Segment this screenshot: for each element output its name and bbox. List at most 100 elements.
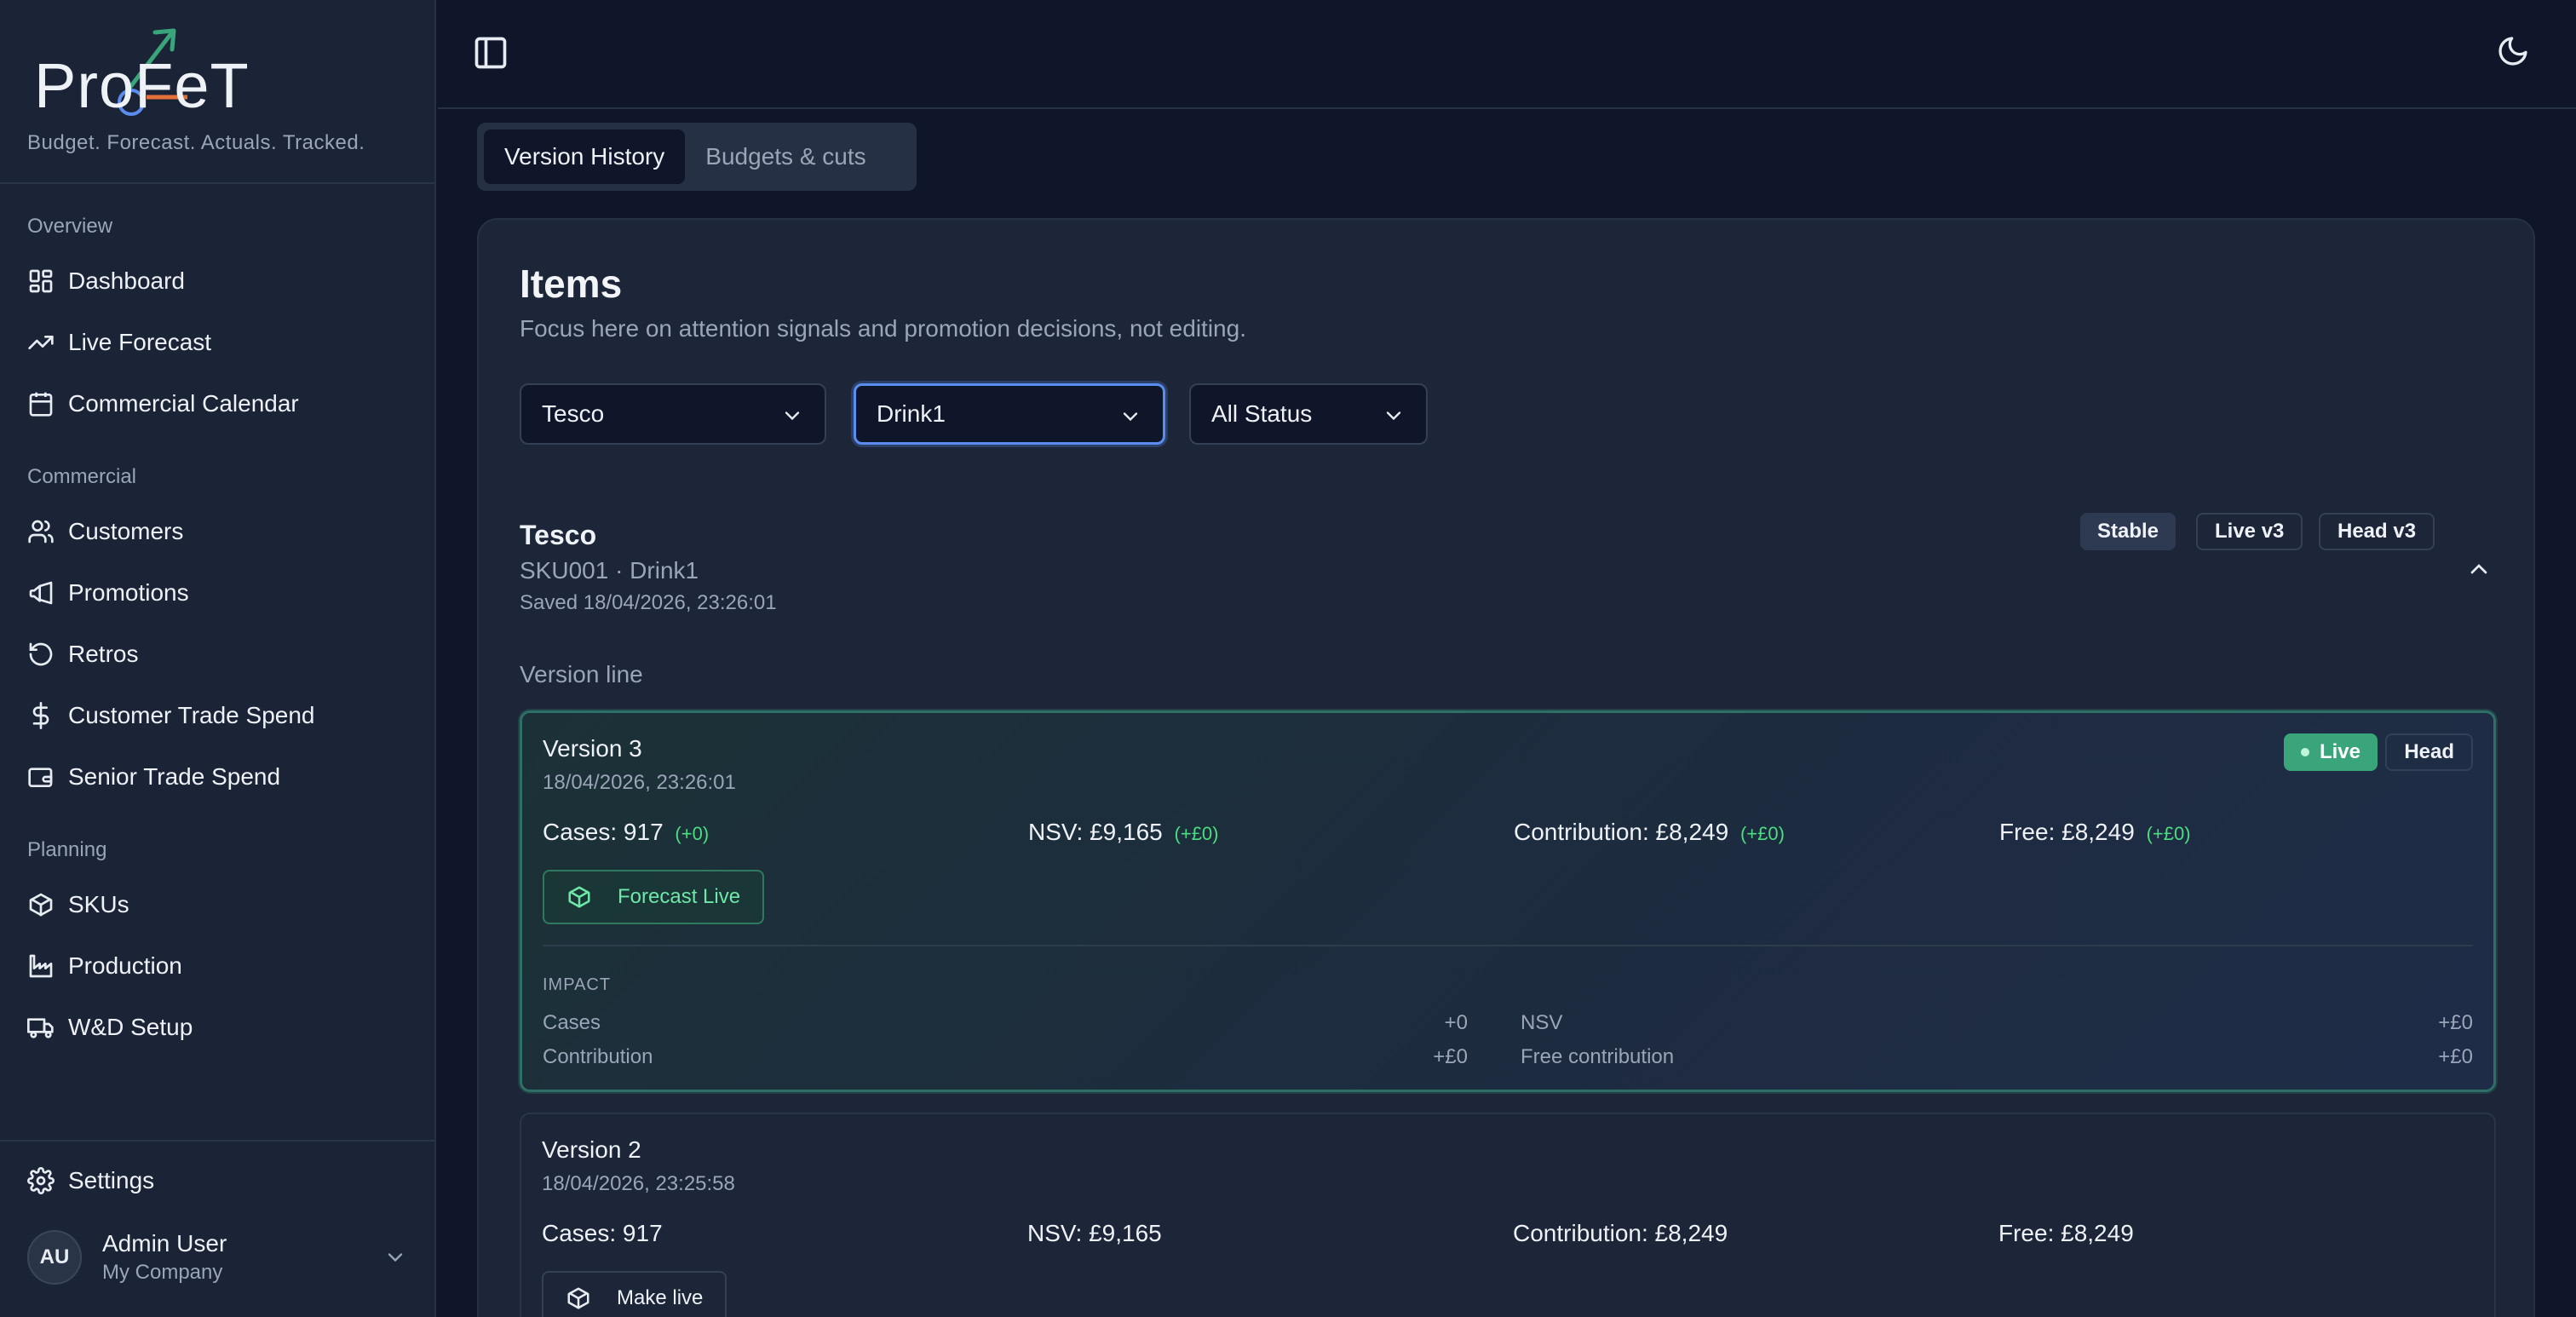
contribution-stat: Contribution: £8,249 (+£0): [1514, 819, 1785, 846]
head-version-badge: Head v3: [2319, 513, 2435, 550]
moon-icon[interactable]: [2496, 34, 2530, 68]
free-stat: Free: £8,249 (+£0): [1999, 819, 2191, 846]
version-card-live: Version 3 18/04/2026, 23:26:01 Live Head…: [520, 710, 2496, 1092]
sidebar-item-label: W&D Setup: [68, 1014, 193, 1040]
version-title: Version 3: [543, 735, 642, 762]
chevron-up-icon[interactable]: [2465, 555, 2493, 583]
chevron-down-icon: [785, 411, 800, 421]
sidebar-item-label: Customer Trade Spend: [68, 702, 315, 728]
cases-value: Cases: 917: [543, 819, 664, 845]
sidebar-item-dashboard[interactable]: Dashboard: [27, 250, 407, 312]
tab-version-history[interactable]: Version History: [484, 129, 686, 184]
user-info: Admin User My Company: [102, 1230, 227, 1285]
impact-nsv-value: +£0: [2438, 1011, 2473, 1034]
tagline: Budget. Forecast. Actuals. Tracked.: [27, 131, 365, 154]
sidebar-item-customer-trade-spend[interactable]: Customer Trade Spend: [27, 685, 407, 746]
trending-up-icon: [28, 336, 54, 349]
stable-badge: Stable: [2080, 513, 2176, 550]
sidebar-item-label: Commercial Calendar: [68, 390, 299, 417]
group-sku-line: SKU001 · Drink1: [520, 557, 699, 584]
sidebar-item-customers[interactable]: Customers: [27, 501, 407, 562]
sidebar-item-label: Customers: [68, 518, 184, 544]
sidebar-item-skus[interactable]: SKUs: [27, 874, 407, 935]
impact-contribution-value: +£0: [1433, 1045, 1468, 1068]
top-bar: [438, 0, 2576, 109]
sidebar-item-label: Senior Trade Spend: [68, 763, 281, 790]
sidebar-item-label: Promotions: [68, 579, 189, 606]
chevron-down-icon: [1123, 412, 1138, 422]
live-badge-label: Live: [2319, 740, 2360, 763]
sidebar-item-retros[interactable]: Retros: [27, 624, 407, 685]
forecast-live-label: Forecast Live: [618, 885, 741, 908]
free-delta: (+£0): [2146, 823, 2191, 844]
contribution-delta: (+£0): [1739, 823, 1785, 844]
version-line-label: Version line: [520, 661, 643, 687]
sidebar-item-senior-trade-spend[interactable]: Senior Trade Spend: [27, 746, 407, 808]
sidebar-item-live-forecast[interactable]: Live Forecast: [27, 312, 407, 373]
head-badge: Head: [2385, 733, 2473, 771]
chevron-down-icon[interactable]: [383, 1245, 407, 1269]
impact-free-value: +£0: [2438, 1045, 2473, 1068]
nav-section-overview: Overview Dashboard Live Forecast Commerc…: [0, 215, 434, 434]
sidebar: ProFeT Budget. Forecast. Actuals. Tracke…: [0, 0, 436, 1317]
gear-icon: [27, 1167, 55, 1194]
impact-cases-label: Cases: [543, 1011, 601, 1034]
page-subtitle: Focus here on attention signals and prom…: [520, 315, 1246, 342]
nsv-value: NSV: £9,165: [1028, 819, 1163, 845]
dollar-icon: [32, 702, 49, 729]
page-title: Items: [520, 262, 623, 306]
sidebar-item-commercial-calendar[interactable]: Commercial Calendar: [27, 373, 407, 434]
cases-delta: (+0): [675, 823, 710, 844]
contribution-value: Contribution: £8,249: [1514, 819, 1729, 845]
forecast-live-button[interactable]: Forecast Live: [543, 870, 765, 924]
impact-free-label: Free contribution: [1521, 1045, 1675, 1068]
sidebar-item-label: Production: [68, 952, 182, 979]
status-select-value: All Status: [1211, 400, 1313, 427]
factory-icon: [29, 954, 53, 978]
make-live-button[interactable]: Make live: [542, 1271, 727, 1317]
logo[interactable]: ProFeT: [27, 24, 249, 121]
brand-area: ProFeT Budget. Forecast. Actuals. Tracke…: [0, 0, 434, 184]
cases-stat: Cases: 917 (+0): [543, 819, 709, 846]
nav-section-commercial: Commercial Customers Promotions Retros C…: [0, 465, 434, 808]
sidebar-item-label: Live Forecast: [68, 329, 212, 355]
sidebar-item-promotions[interactable]: Promotions: [27, 562, 407, 624]
sidebar-item-label: Retros: [68, 641, 139, 667]
sidebar-item-label: SKUs: [68, 891, 129, 917]
make-live-label: Make live: [617, 1286, 704, 1309]
sidebar-item-production[interactable]: Production: [27, 935, 407, 997]
nsv-stat: NSV: £9,165 (+£0): [1028, 819, 1219, 846]
free-value: Free: £8,249: [1998, 1220, 2134, 1246]
section-label-planning: Planning: [27, 838, 107, 861]
free-value: Free: £8,249: [1999, 819, 2135, 845]
user-menu[interactable]: AU Admin User My Company: [27, 1230, 407, 1285]
sidebar-toggle-icon[interactable]: [472, 34, 509, 72]
impact-contribution-label: Contribution: [543, 1045, 653, 1068]
sidebar-item-label: Settings: [68, 1167, 155, 1193]
version-title: Version 2: [542, 1136, 641, 1163]
status-select[interactable]: All Status: [1189, 383, 1428, 445]
tab-budgets-cuts[interactable]: Budgets & cuts: [685, 129, 886, 184]
version-card: Version 2 18/04/2026, 23:25:58 Cases: 91…: [520, 1113, 2496, 1317]
truck-icon: [27, 1018, 54, 1038]
contribution-value: Contribution: £8,249: [1513, 1220, 1728, 1246]
user-company: My Company: [102, 1261, 223, 1284]
impact-label: IMPACT: [543, 975, 612, 994]
users-icon: [28, 520, 54, 543]
product-select-value: Drink1: [877, 400, 946, 427]
tab-bar: Version History Budgets & cuts: [477, 123, 917, 191]
sidebar-item-wd-setup[interactable]: W&D Setup: [27, 997, 407, 1058]
avatar: AU: [27, 1230, 82, 1285]
sidebar-footer: Settings AU Admin User My Company: [0, 1140, 434, 1317]
items-card: Items Focus here on attention signals an…: [477, 218, 2535, 1317]
dashboard-icon: [29, 269, 53, 293]
sidebar-item-settings[interactable]: Settings: [27, 1150, 407, 1211]
live-version-badge: Live v3: [2196, 513, 2303, 550]
calendar-icon: [29, 392, 53, 417]
product-select[interactable]: Drink1: [854, 383, 1165, 445]
version-date: 18/04/2026, 23:25:58: [542, 1172, 735, 1195]
customer-select[interactable]: Tesco: [520, 383, 826, 445]
customer-select-value: Tesco: [542, 400, 605, 427]
section-label-commercial: Commercial: [27, 465, 137, 488]
live-dot-icon: [2300, 748, 2309, 756]
